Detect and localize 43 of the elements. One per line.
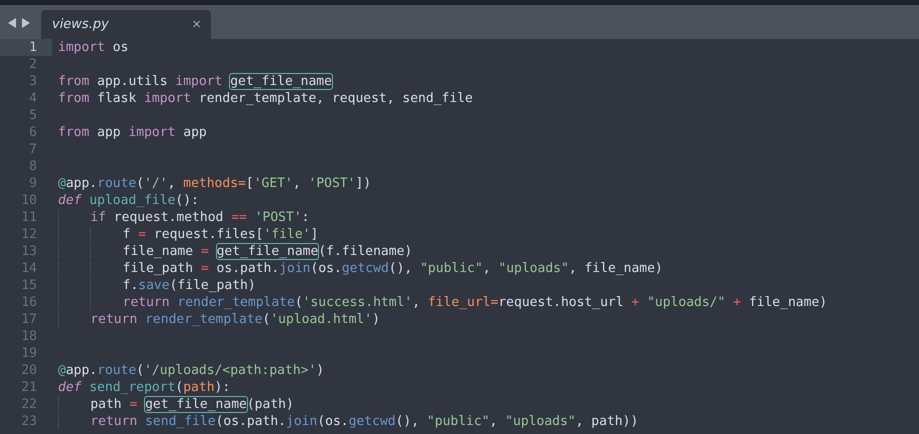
editor-tab[interactable]: views.py × bbox=[41, 10, 211, 39]
code-line: path = get_file_name(path) bbox=[58, 396, 294, 413]
line-number: 22 bbox=[20, 396, 38, 413]
line-number: 13 bbox=[20, 243, 38, 260]
line-number: 10 bbox=[20, 192, 38, 209]
line-number: 12 bbox=[20, 226, 38, 243]
code-line: return render_template('success.html', file_url=request.host_url + "uploads/" + file_name) bbox=[58, 294, 828, 311]
line-number: 7 bbox=[28, 141, 38, 158]
line-number: 14 bbox=[20, 260, 38, 277]
code-line: @app.route('/uploads/<path:path>') bbox=[58, 362, 324, 379]
line-number: 1 bbox=[0, 39, 52, 56]
line-number: 3 bbox=[28, 73, 38, 90]
line-number: 8 bbox=[28, 158, 38, 175]
code-line: @app.route('/', methods=['GET', 'POST']) bbox=[58, 175, 372, 192]
code-line: if request.method == 'POST': bbox=[58, 209, 310, 226]
line-number: 17 bbox=[20, 311, 38, 328]
code-line: f.save(file_path) bbox=[58, 277, 256, 294]
line-number: 20 bbox=[20, 362, 38, 379]
code-line: from app import app bbox=[58, 124, 207, 141]
code-line: import os bbox=[58, 39, 128, 56]
code-line: def upload_file(): bbox=[58, 192, 199, 209]
code-line: from flask import render_template, request, send_file bbox=[58, 90, 473, 107]
code-line: from app.utils import get_file_name bbox=[58, 73, 332, 90]
line-number: 6 bbox=[28, 124, 38, 141]
navigation-arrows-icon[interactable] bbox=[8, 18, 30, 28]
close-tab-button[interactable]: × bbox=[192, 17, 201, 32]
line-number: 18 bbox=[20, 328, 38, 345]
line-number: 9 bbox=[28, 175, 38, 192]
code-line: return render_template('upload.html') bbox=[58, 311, 380, 328]
line-number: 21 bbox=[20, 379, 38, 396]
code-line: def send_report(path): bbox=[58, 379, 230, 396]
line-number: 4 bbox=[28, 90, 38, 107]
code-line: file_path = os.path.join(os.getcwd(), "public", "uploads", file_name) bbox=[58, 260, 663, 277]
line-number: 16 bbox=[20, 294, 38, 311]
line-number: 11 bbox=[20, 209, 38, 226]
line-number: 15 bbox=[20, 277, 38, 294]
line-number: 5 bbox=[28, 107, 38, 124]
code-line: f = request.files['file'] bbox=[58, 226, 318, 243]
code-line: file_name = get_file_name(f.filename) bbox=[58, 243, 412, 260]
code-line: return send_file(os.path.join(os.getcwd(), "public", "uploads", path)) bbox=[58, 413, 638, 430]
line-number: 2 bbox=[28, 56, 38, 73]
line-number: 23 bbox=[20, 413, 38, 430]
line-number: 19 bbox=[20, 345, 38, 362]
